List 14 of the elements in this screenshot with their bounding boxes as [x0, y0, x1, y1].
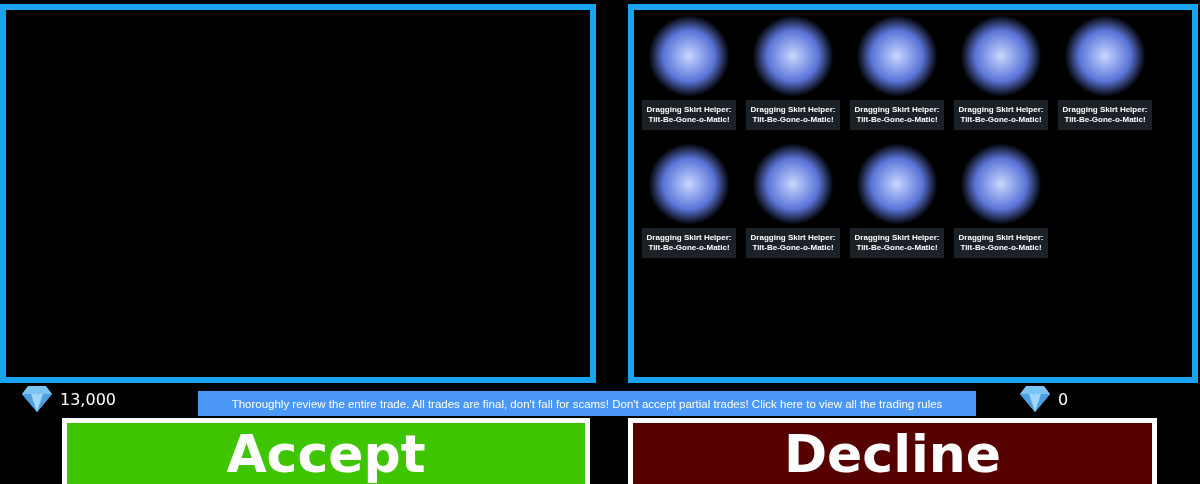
gem-count: 13,000 — [60, 389, 116, 409]
diamond-icon — [22, 386, 52, 412]
item-caption[interactable]: Dragging Skirt Helper: Tilt-Be-Gone-o-Matic! — [1058, 100, 1152, 130]
item-caption[interactable]: Dragging Skirt Helper: Tilt-Be-Gone-o-Matic! — [850, 100, 944, 130]
diamond-icon — [1020, 386, 1050, 412]
decline-button[interactable]: Decline — [628, 418, 1157, 484]
gem-count: 0 — [1058, 389, 1069, 409]
item-caption[interactable]: Dragging Skirt Helper: Tilt-Be-Gone-o-Matic! — [954, 228, 1048, 258]
item-caption[interactable]: Dragging Skirt Helper: Tilt-Be-Gone-o-Matic! — [642, 228, 736, 258]
item-caption[interactable]: Dragging Skirt Helper: Tilt-Be-Gone-o-Matic! — [850, 228, 944, 258]
item-caption[interactable]: Dragging Skirt Helper: Tilt-Be-Gone-o-Matic! — [642, 100, 736, 130]
item-caption[interactable]: Dragging Skirt Helper: Tilt-Be-Gone-o-Matic! — [746, 100, 840, 130]
item-caption[interactable]: Dragging Skirt Helper: Tilt-Be-Gone-o-Matic! — [746, 228, 840, 258]
item-caption[interactable]: Dragging Skirt Helper: Tilt-Be-Gone-o-Matic! — [954, 100, 1048, 130]
